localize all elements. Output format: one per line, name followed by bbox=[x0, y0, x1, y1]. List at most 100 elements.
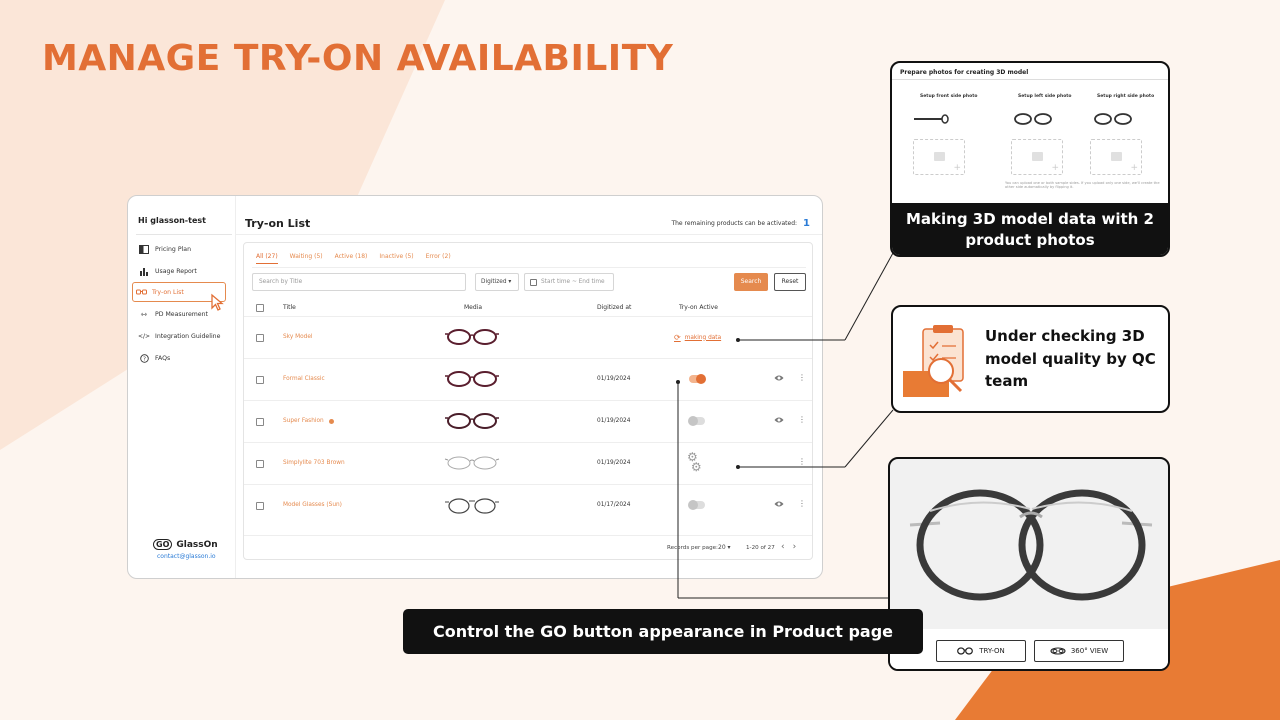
search-button[interactable]: Search bbox=[734, 273, 768, 291]
row-checkbox[interactable] bbox=[256, 418, 264, 426]
image-placeholder-icon bbox=[1032, 152, 1043, 161]
glasses-thumbnail bbox=[445, 413, 499, 429]
try-on-toggle[interactable] bbox=[688, 416, 705, 426]
code-icon: </> bbox=[137, 332, 151, 340]
pagination-range: 1-20 of 27 bbox=[746, 545, 775, 551]
sidebar-item-faqs[interactable]: ? FAQs bbox=[136, 348, 228, 368]
remaining-count: 1 bbox=[803, 218, 810, 229]
photo-prep-caption: Making 3D model data with 2 product phot… bbox=[892, 203, 1168, 255]
table-pagination: Records per page: 20 ▾ 1-20 of 27 ‹› bbox=[244, 535, 812, 559]
try-on-toggle[interactable] bbox=[689, 374, 706, 384]
eye-icon[interactable] bbox=[774, 500, 784, 508]
help-icon: ? bbox=[138, 353, 150, 363]
more-options-icon[interactable]: ⋮ bbox=[798, 373, 806, 382]
left-photo-upload-slot[interactable]: + bbox=[1011, 139, 1063, 175]
sidebar-item-label: Try-on List bbox=[152, 288, 184, 296]
sidebar-item-pricing-plan[interactable]: Pricing Plan bbox=[136, 239, 228, 259]
records-per-page-label: Records per page: bbox=[667, 545, 718, 551]
eye-icon[interactable] bbox=[774, 374, 784, 382]
left-sample-glasses bbox=[1014, 113, 1052, 125]
records-per-page-select[interactable]: 20 ▾ bbox=[718, 544, 731, 551]
photo-prep-heading: Prepare photos for creating 3D model bbox=[900, 69, 1029, 76]
image-placeholder-icon bbox=[1111, 152, 1122, 161]
reset-button[interactable]: Reset bbox=[774, 273, 806, 291]
row-checkbox[interactable] bbox=[256, 334, 264, 342]
photo-prep-note: You can upload one or both sample sides.… bbox=[1005, 181, 1160, 189]
tab-divider bbox=[252, 267, 806, 268]
search-input[interactable]: Search by Title bbox=[252, 273, 466, 291]
view-360-button[interactable]: 360° VIEW bbox=[1034, 640, 1124, 662]
go-button-banner: Control the GO button appearance in Prod… bbox=[403, 609, 923, 654]
sidebar-divider bbox=[136, 234, 232, 235]
eye-icon[interactable] bbox=[774, 416, 784, 424]
date-range-picker[interactable]: Start time ~ End time bbox=[524, 273, 614, 291]
digitized-date: 01/19/2024 bbox=[597, 418, 631, 424]
left-photo-label: Setup left side photo bbox=[1018, 94, 1072, 99]
column-header-try-on-active: Try-on Active bbox=[679, 304, 718, 311]
remaining-activations: The remaining products can be activated:… bbox=[671, 218, 810, 229]
right-photo-label: Setup right side photo bbox=[1097, 94, 1155, 99]
making-data-status[interactable]: ⟳ making data bbox=[674, 333, 721, 342]
tab-waiting[interactable]: Waiting (5) bbox=[290, 253, 323, 264]
right-photo-upload-slot[interactable]: + bbox=[1090, 139, 1142, 175]
row-checkbox[interactable] bbox=[256, 376, 264, 384]
slide-title: MANAGE TRY-ON AVAILABILITY bbox=[42, 38, 674, 79]
product-page-callout: TRY-ON 360° VIEW bbox=[888, 457, 1170, 671]
image-placeholder-icon bbox=[934, 152, 945, 161]
column-header-title: Title bbox=[283, 304, 296, 311]
sidebar-item-label: FAQs bbox=[155, 354, 171, 362]
qc-callout: Under checking 3D model quality by QC te… bbox=[891, 305, 1170, 413]
rotate-360-icon bbox=[1050, 647, 1066, 655]
tab-all[interactable]: All (27) bbox=[256, 253, 278, 264]
try-on-toggle[interactable] bbox=[688, 500, 705, 510]
row-checkbox[interactable] bbox=[256, 460, 264, 468]
qc-clipboard-illustration bbox=[903, 325, 964, 397]
product-title-link[interactable]: Model Glasses (Sun) bbox=[283, 502, 342, 508]
pricing-icon bbox=[138, 244, 150, 254]
more-options-icon[interactable]: ⋮ bbox=[798, 499, 806, 508]
contact-email-link[interactable]: contact@glasson.io bbox=[157, 553, 216, 560]
sidebar-item-integration-guideline[interactable]: </> Integration Guideline bbox=[136, 326, 228, 346]
chevron-right-icon[interactable]: › bbox=[793, 542, 805, 552]
more-options-icon[interactable]: ⋮ bbox=[798, 457, 806, 466]
photo-prep-callout: Prepare photos for creating 3D model Set… bbox=[890, 61, 1170, 257]
main-content: Try-on List The remaining products can b… bbox=[236, 196, 822, 578]
digitized-date: 01/19/2024 bbox=[597, 376, 631, 382]
glasses-icon bbox=[135, 287, 147, 297]
product-title-link[interactable]: Simplylite 703 Brown bbox=[283, 460, 345, 466]
glasson-logo: GO GlassOn bbox=[153, 539, 218, 550]
table-row: Model Glasses (Sun) 01/17/2024 ⋮ bbox=[244, 484, 812, 526]
measure-icon: ⇿ bbox=[140, 309, 148, 319]
status-tabs: All (27) Waiting (5) Active (18) Inactiv… bbox=[256, 253, 451, 264]
status-dot bbox=[328, 418, 334, 424]
glasses-thumbnail bbox=[444, 456, 500, 470]
page-title: Try-on List bbox=[245, 217, 311, 230]
processing-gears-icon: ⚙ ⚙ bbox=[687, 450, 702, 474]
more-options-icon[interactable]: ⋮ bbox=[798, 415, 806, 424]
sidebar-item-pd-measurement[interactable]: ⇿ PD Measurement bbox=[136, 304, 228, 324]
glasses-thumbnail bbox=[445, 498, 499, 514]
tab-error[interactable]: Error (2) bbox=[426, 253, 451, 264]
select-all-checkbox[interactable] bbox=[256, 304, 264, 312]
tab-active[interactable]: Active (18) bbox=[335, 253, 368, 264]
product-title-link[interactable]: Sky Model bbox=[283, 334, 313, 340]
row-checkbox[interactable] bbox=[256, 502, 264, 510]
digitized-filter-select[interactable]: Digitized ▾ bbox=[475, 273, 519, 291]
calendar-icon bbox=[530, 278, 537, 286]
chevron-left-icon[interactable]: ‹ bbox=[781, 542, 793, 552]
front-photo-upload-slot[interactable]: + bbox=[913, 139, 965, 175]
toggle-knob bbox=[688, 416, 698, 426]
try-on-button[interactable]: TRY-ON bbox=[936, 640, 1026, 662]
glasses-icon bbox=[957, 647, 974, 655]
product-title-link[interactable]: Formal Classic bbox=[283, 376, 325, 382]
glasson-logo-text: GlassOn bbox=[176, 539, 218, 550]
sidebar-item-usage-report[interactable]: Usage Report bbox=[136, 261, 228, 281]
date-range-placeholder: Start time ~ End time bbox=[541, 279, 605, 285]
product-title-link[interactable]: Super Fashion bbox=[283, 418, 334, 424]
right-sample-glasses bbox=[1094, 113, 1132, 125]
tab-inactive[interactable]: Inactive (5) bbox=[379, 253, 413, 264]
toggle-knob bbox=[696, 374, 706, 384]
sidebar-item-label: Pricing Plan bbox=[155, 245, 191, 253]
sidebar-item-label: Integration Guideline bbox=[155, 332, 221, 340]
pagination-arrows[interactable]: ‹› bbox=[781, 542, 804, 552]
